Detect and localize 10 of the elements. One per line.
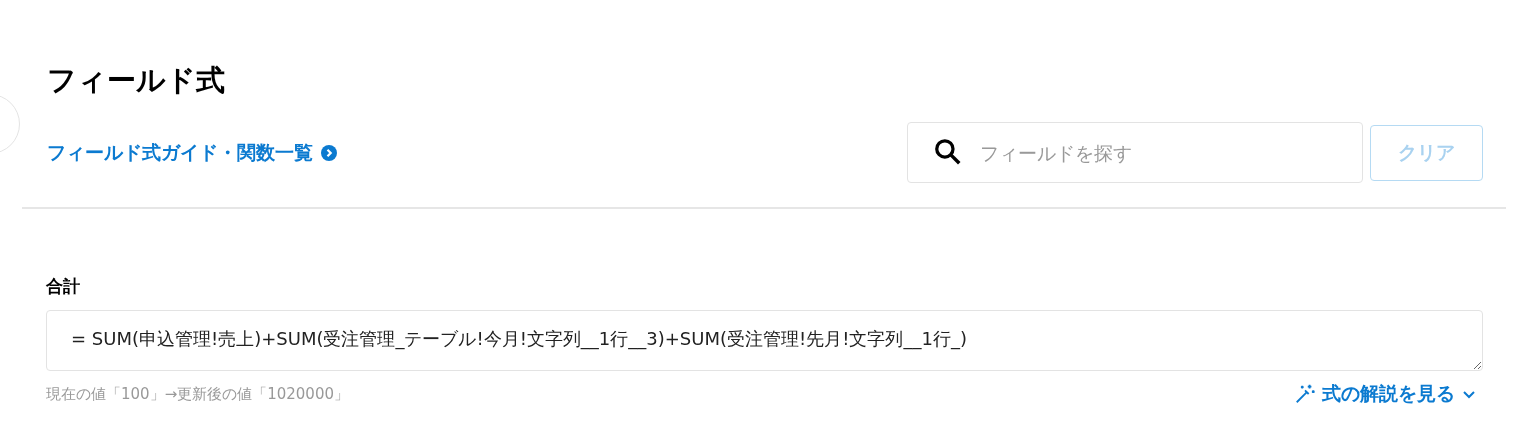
page-title: フィールド式 xyxy=(47,62,226,99)
search-icon xyxy=(933,137,963,167)
search-field[interactable]: フィールドを探す xyxy=(907,122,1363,183)
magic-wand-icon xyxy=(1294,383,1316,405)
field-label: 合計 xyxy=(46,275,81,298)
formula-field[interactable]: = SUM(申込管理!売上)+SUM(受注管理_テーブル!今月!文字列__1行__3)+SUM(受注管理!先月!文字列__1行_) xyxy=(46,310,1483,371)
value-hint: 現在の値「100」→更新後の値「1020000」 xyxy=(46,384,349,404)
guide-link[interactable]: フィールド式ガイド・関数一覧 xyxy=(47,139,337,166)
chevron-right-icon xyxy=(321,144,337,161)
explain-toggle[interactable]: 式の解説を見る xyxy=(1294,381,1483,407)
